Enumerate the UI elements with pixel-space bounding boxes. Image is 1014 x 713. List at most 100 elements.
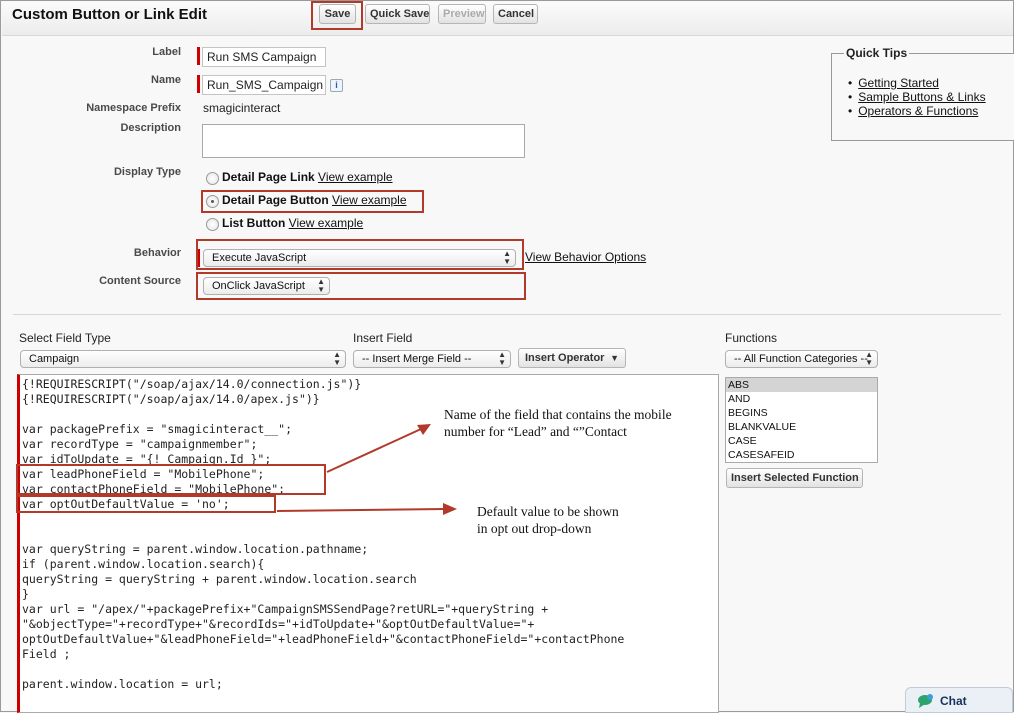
- option-detail-page-button: Detail Page Button View example: [222, 193, 407, 207]
- insert-field-caption: Insert Field: [353, 331, 413, 345]
- code-line: queryString = queryString + parent.windo…: [22, 572, 417, 586]
- function-item[interactable]: CASESAFEID: [726, 448, 877, 462]
- quick-tips-panel: Quick Tips Getting Started Sample Button…: [831, 46, 1014, 141]
- chat-bubble-icon: [918, 694, 933, 708]
- arrow-head-icon: [443, 503, 457, 515]
- code-line: var recordType = "campaignmember";: [22, 437, 258, 451]
- field-type-select[interactable]: Campaign ▲ ▼: [20, 350, 346, 368]
- required-indicator: [197, 249, 200, 267]
- code-line: var optOutDefaultValue = 'no';: [22, 497, 230, 511]
- view-example-link[interactable]: View example: [332, 193, 406, 207]
- view-behavior-options-link[interactable]: View Behavior Options: [525, 250, 646, 264]
- select-arrows-icon: ▲ ▼: [503, 249, 511, 266]
- code-line: "&objectType="+recordType+"&recordIds="+…: [22, 617, 535, 631]
- annotation-line: in opt out drop-down: [477, 521, 592, 536]
- chat-widget[interactable]: Chat: [905, 687, 1013, 713]
- phone-field-arrow: [326, 428, 422, 473]
- opt-out-annotation: Default value to be shown in opt out dro…: [477, 503, 619, 537]
- function-item[interactable]: BLANKVALUE: [726, 420, 877, 434]
- name-input[interactable]: Run_SMS_Campaign: [202, 75, 326, 95]
- name-caption: Name: [151, 74, 181, 86]
- content-source-select[interactable]: OnClick JavaScript ▲ ▼: [203, 277, 330, 295]
- getting-started-link[interactable]: Getting Started: [858, 76, 939, 90]
- namespace-value: smagicinteract: [203, 101, 281, 115]
- operators-functions-link[interactable]: Operators & Functions: [858, 104, 978, 118]
- code-line: optOutDefaultValue+"&leadPhoneField="+le…: [22, 632, 625, 646]
- insert-field-select[interactable]: -- Insert Merge Field -- ▲ ▼: [353, 350, 511, 368]
- functions-listbox[interactable]: ABS AND BEGINS BLANKVALUE CASE CASESAFEI…: [725, 377, 878, 463]
- quick-tip-item: Operators & Functions: [848, 104, 986, 118]
- insert-operator-button[interactable]: Insert Operator ▼: [518, 348, 626, 368]
- page-title: Custom Button or Link Edit: [12, 6, 207, 23]
- insert-selected-function-button[interactable]: Insert Selected Function: [726, 468, 863, 488]
- insert-operator-label: Insert Operator: [525, 352, 605, 364]
- code-line: Field ;: [22, 647, 71, 661]
- dropdown-arrow-icon: ▼: [610, 353, 619, 363]
- function-item[interactable]: BEGINS: [726, 406, 877, 420]
- select-arrows-icon: ▲ ▼: [865, 350, 873, 367]
- option-list-button: List Button View example: [222, 216, 363, 230]
- preview-button[interactable]: Preview: [438, 4, 486, 24]
- option-label: List Button: [222, 216, 286, 230]
- select-arrows-icon: ▲ ▼: [333, 350, 341, 367]
- opt-out-arrow: [276, 508, 446, 512]
- required-indicator: [197, 75, 200, 93]
- code-line: parent.window.location = url;: [22, 677, 223, 691]
- radio-detail-page-button[interactable]: [206, 195, 219, 208]
- radio-list-button[interactable]: [206, 218, 219, 231]
- quick-tips-list: Getting Started Sample Buttons & Links O…: [848, 76, 986, 118]
- info-icon[interactable]: i: [330, 79, 343, 92]
- annotation-line: Default value to be shown: [477, 504, 619, 519]
- description-caption: Description: [120, 122, 181, 134]
- function-item[interactable]: AND: [726, 392, 877, 406]
- annotation-line: Name of the field that contains the mobi…: [444, 407, 672, 422]
- code-line: var packagePrefix = "smagicinteract__";: [22, 422, 293, 436]
- code-line: var url = "/apex/"+packagePrefix+"Campai…: [22, 602, 549, 616]
- namespace-caption: Namespace Prefix: [86, 102, 181, 114]
- quick-tip-item: Getting Started: [848, 76, 986, 90]
- section-divider: [13, 314, 1001, 315]
- code-line: var leadPhoneField = "MobilePhone";: [22, 467, 265, 481]
- code-line: {!REQUIRESCRIPT("/soap/ajax/14.0/apex.js…: [22, 392, 320, 406]
- description-textarea[interactable]: [202, 124, 525, 158]
- annotation-line: number for “Lead” and “”Contact: [444, 424, 627, 439]
- function-item[interactable]: ABS: [726, 378, 877, 392]
- behavior-caption: Behavior: [133, 247, 181, 259]
- quick-tips-title: Quick Tips: [844, 46, 910, 60]
- sample-buttons-link[interactable]: Sample Buttons & Links: [858, 90, 985, 104]
- quick-tip-item: Sample Buttons & Links: [848, 90, 985, 104]
- behavior-value: Execute JavaScript: [212, 252, 307, 264]
- required-indicator: [197, 47, 200, 65]
- save-button[interactable]: Save: [319, 4, 356, 24]
- annotation-arrows: [276, 424, 457, 515]
- option-label: Detail Page Button: [222, 193, 329, 207]
- content-source-caption: Content Source: [99, 275, 181, 287]
- code-line: var idToUpdate = "{! Campaign.Id }";: [22, 452, 272, 466]
- view-example-link[interactable]: View example: [289, 216, 363, 230]
- insert-field-value: -- Insert Merge Field --: [362, 353, 472, 365]
- label-caption: Label: [152, 46, 181, 58]
- field-type-value: Campaign: [29, 353, 80, 365]
- functions-category-select[interactable]: -- All Function Categories -- ▲ ▼: [725, 350, 878, 368]
- functions-category-value: -- All Function Categories --: [734, 353, 868, 365]
- select-arrows-icon: ▲ ▼: [317, 277, 325, 294]
- code-line: var queryString = parent.window.location…: [22, 542, 369, 556]
- quick-save-button[interactable]: Quick Save: [365, 4, 430, 24]
- code-line: var contactPhoneField = "MobilePhone";: [22, 482, 286, 496]
- radio-detail-page-link[interactable]: [206, 172, 219, 185]
- option-detail-page-link: Detail Page Link View example: [222, 170, 393, 184]
- field-type-caption: Select Field Type: [19, 331, 111, 345]
- functions-caption: Functions: [725, 331, 778, 345]
- chat-label: Chat: [940, 694, 967, 708]
- view-example-link[interactable]: View example: [318, 170, 392, 184]
- label-input[interactable]: Run SMS Campaign: [202, 47, 326, 67]
- code-line: {!REQUIRESCRIPT("/soap/ajax/14.0/connect…: [22, 377, 362, 391]
- edit-page: Custom Button or Link Edit Save Quick Sa…: [0, 0, 1014, 713]
- code-line: if (parent.window.location.search){: [22, 557, 265, 571]
- function-item[interactable]: CASE: [726, 434, 877, 448]
- code-line: }: [22, 587, 29, 601]
- cancel-button[interactable]: Cancel: [493, 4, 538, 24]
- behavior-select[interactable]: Execute JavaScript ▲ ▼: [203, 249, 516, 267]
- select-arrows-icon: ▲ ▼: [498, 350, 506, 367]
- phone-field-annotation: Name of the field that contains the mobi…: [444, 406, 672, 440]
